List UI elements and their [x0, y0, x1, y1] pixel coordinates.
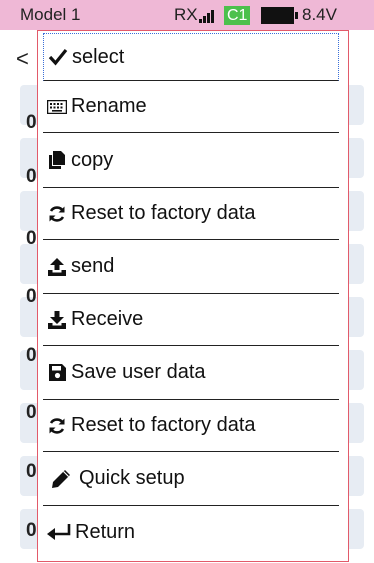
- return-arrow-icon: [43, 524, 75, 540]
- menu-item-send[interactable]: send: [43, 240, 339, 294]
- list-item-number: 0: [26, 520, 37, 541]
- menu-item-label: copy: [71, 148, 114, 171]
- menu-item-return[interactable]: Return: [43, 506, 339, 558]
- menu-item-save-user-data[interactable]: Save user data: [43, 346, 339, 400]
- battery-voltage: 8.4V: [302, 5, 337, 24]
- upload-icon: [43, 257, 71, 276]
- menu-item-label: Reset to factory data: [71, 202, 256, 224]
- pencil-icon: [43, 469, 79, 489]
- menu-item-label: Reset to factory data: [71, 414, 256, 436]
- refresh-icon: [43, 417, 71, 435]
- menu-item-label: Return: [75, 520, 136, 543]
- checkmark-icon: [44, 48, 72, 66]
- list-item-number: 0: [26, 345, 37, 366]
- rx-label: RX: [174, 5, 198, 24]
- menu-item-label: select: [72, 45, 125, 68]
- menu-item-rename[interactable]: Rename: [43, 81, 339, 133]
- list-item-number: 0: [26, 228, 37, 249]
- refresh-icon: [43, 205, 71, 223]
- menu-item-label: send: [71, 255, 115, 277]
- list-item-number: 0: [26, 402, 37, 423]
- model-name: Model 1: [20, 5, 81, 24]
- list-item-number: 0: [26, 166, 37, 187]
- list-item-number: 0: [26, 286, 37, 307]
- menu-item-label: Rename: [71, 95, 147, 117]
- copy-icon: [43, 151, 71, 169]
- menu-item-quick-setup[interactable]: Quick setup: [43, 452, 339, 506]
- list-item-number: 0: [26, 112, 37, 133]
- status-bar: Model 1 RX C1 8.4V: [0, 0, 374, 30]
- context-menu: select Rename copy Reset to factory data…: [37, 30, 349, 562]
- menu-item-select[interactable]: select: [43, 33, 339, 81]
- menu-item-receive[interactable]: Receive: [43, 294, 339, 346]
- menu-item-copy[interactable]: copy: [43, 133, 339, 188]
- save-icon: [43, 364, 71, 381]
- list-item-number: 0: [26, 461, 37, 482]
- keyboard-icon: [43, 99, 71, 114]
- channel-badge: C1: [224, 6, 251, 25]
- back-button[interactable]: <: [16, 46, 29, 72]
- menu-item-label: Save user data: [71, 361, 206, 383]
- menu-item-label: Quick setup: [79, 467, 185, 489]
- signal-strength-icon: [199, 9, 219, 23]
- menu-item-label: Receive: [71, 308, 144, 330]
- menu-item-reset-factory-2[interactable]: Reset to factory data: [43, 400, 339, 452]
- menu-item-reset-factory[interactable]: Reset to factory data: [43, 188, 339, 240]
- battery-icon: [261, 7, 298, 24]
- download-icon: [43, 310, 71, 329]
